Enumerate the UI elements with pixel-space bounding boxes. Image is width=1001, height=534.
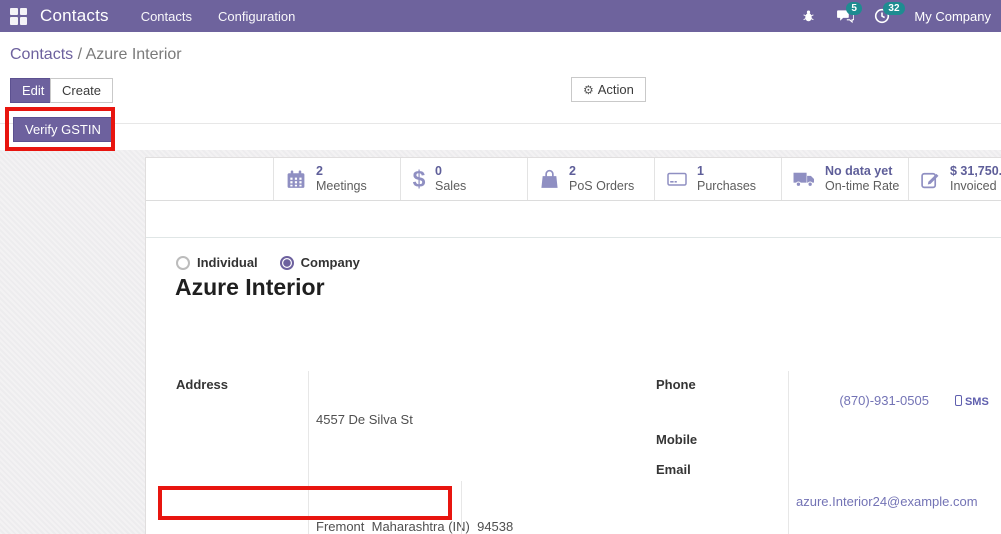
top-navbar: Contacts Contacts Configuration 5 32 My …	[0, 0, 1001, 32]
address-city-state-zip: Fremont Maharashtra (IN) 94538	[316, 519, 514, 534]
breadcrumb-contacts-link[interactable]: Contacts	[10, 46, 73, 63]
phone-label: Phone	[656, 377, 696, 392]
stat-value: $ 31,750.0	[950, 164, 1001, 178]
field-row-email: Email azure.Interior24@example.com	[656, 455, 1001, 526]
sheet-sub-header	[146, 201, 1001, 238]
field-group-right: Phone (870)-931-0505 SMS Mobile Email azu…	[656, 371, 1001, 534]
navbar-menu: Contacts Configuration	[141, 9, 296, 24]
user-company-menu[interactable]: My Company	[914, 9, 991, 24]
radio-individual-label: Individual	[197, 255, 258, 270]
website-value: http://www.azure-interior.com	[788, 525, 1001, 534]
radio-company[interactable]: Company	[279, 255, 360, 270]
field-row-phone: Phone (870)-931-0505 SMS	[656, 371, 1001, 426]
contacts-page: Contacts Contacts Configuration 5 32 My …	[0, 0, 1001, 534]
messages-icon[interactable]: 5	[834, 2, 862, 26]
address-value: 4557 De Silva St Fremont Maharashtra (IN…	[308, 371, 616, 534]
radio-individual[interactable]: Individual	[176, 255, 258, 270]
field-row-mobile: Mobile	[656, 426, 1001, 456]
activities-badge: 32	[883, 2, 905, 15]
menu-item-contacts[interactable]: Contacts	[141, 9, 192, 24]
mobile-label: Mobile	[656, 432, 698, 447]
control-panel: Contacts / Azure Interior Edit Create ⚙ A…	[0, 32, 1001, 150]
stat-button-invoiced[interactable]: $ 31,750.0 Invoiced	[908, 158, 1001, 200]
apps-menu-icon[interactable]	[10, 7, 27, 25]
record-title: Azure Interior	[175, 274, 325, 300]
stat-value: 1	[697, 164, 704, 178]
shopping-bag-icon	[539, 169, 560, 190]
stat-button-pos-orders[interactable]: 2 PoS Orders	[527, 158, 654, 200]
sms-link[interactable]: SMS	[954, 395, 989, 408]
field-row-website: Website http://www.azure-interior.com	[656, 525, 1001, 534]
messages-badge: 5	[846, 2, 862, 15]
breadcrumb-separator: /	[73, 46, 86, 63]
activities-clock-icon[interactable]: 32	[871, 2, 905, 26]
stat-label: Purchases	[697, 179, 757, 193]
credit-card-icon	[666, 169, 688, 189]
mobile-value	[788, 426, 1001, 456]
stat-button-sales[interactable]: $ 0 Sales	[400, 158, 527, 200]
stat-value: 0	[435, 164, 442, 178]
email-link[interactable]: azure.Interior24@example.com	[796, 494, 978, 509]
stat-button-meetings[interactable]: 2 Meetings	[273, 158, 400, 200]
radio-company-label: Company	[300, 255, 360, 270]
company-type-selector: Individual Company	[176, 255, 360, 270]
stat-value: No data yet	[825, 164, 893, 178]
create-button[interactable]: Create	[50, 78, 114, 103]
stat-button-on-time-rate[interactable]: No data yet On-time Rate	[781, 158, 908, 200]
field-row-address: Address 4557 De Silva St Fremont Maharas…	[176, 371, 616, 534]
dollar-icon: $	[412, 165, 426, 192]
stat-button-purchases[interactable]: 1 Purchases	[654, 158, 781, 200]
app-title: Contacts	[40, 6, 109, 25]
field-group-left: Address 4557 De Silva St Fremont Maharas…	[176, 371, 616, 534]
breadcrumb-current: Azure Interior	[85, 46, 182, 63]
address-street: 4557 De Silva St	[316, 412, 413, 427]
breadcrumb: Contacts / Azure Interior	[10, 46, 182, 64]
form-sheet: 2 Meetings $ 0 Sales 2 PoS Orders 1 Purc…	[145, 157, 1001, 534]
stat-value: 2	[569, 164, 576, 178]
website-label: Website	[656, 526, 788, 534]
verify-gstin-button[interactable]: Verify GSTIN	[13, 117, 113, 142]
stat-label: Invoiced	[950, 179, 997, 193]
radio-company-icon[interactable]	[279, 255, 294, 270]
email-value: azure.Interior24@example.com	[788, 455, 1001, 526]
stat-label: Sales	[435, 179, 467, 193]
mobile-phone-icon	[954, 395, 962, 406]
menu-item-configuration[interactable]: Configuration	[218, 9, 295, 24]
stat-value: 2	[316, 164, 323, 178]
stat-row-spacer	[146, 158, 273, 200]
gear-icon: ⚙	[583, 83, 594, 97]
field-cell-divider	[461, 481, 462, 534]
address-label: Address	[176, 377, 229, 392]
truck-icon	[793, 170, 816, 188]
email-label: Email	[656, 461, 691, 477]
invoice-edit-icon	[920, 169, 941, 190]
phone-value: (870)-931-0505 SMS	[788, 371, 1001, 426]
stat-button-row: 2 Meetings $ 0 Sales 2 PoS Orders 1 Purc…	[146, 158, 1001, 201]
stat-label: PoS Orders	[569, 179, 635, 193]
content-area: 2 Meetings $ 0 Sales 2 PoS Orders 1 Purc…	[0, 150, 1001, 534]
debug-bug-icon[interactable]	[797, 6, 819, 26]
radio-individual-icon[interactable]	[176, 255, 190, 270]
navbar-right: 5 32 My Company	[797, 2, 991, 26]
stat-label: On-time Rate	[825, 179, 900, 193]
calendar-icon	[285, 169, 307, 190]
phone-link[interactable]: (870)-931-0505	[839, 393, 929, 408]
panel-divider	[0, 123, 1001, 124]
action-dropdown-button[interactable]: ⚙ Action	[571, 77, 646, 102]
stat-label: Meetings	[316, 179, 367, 193]
